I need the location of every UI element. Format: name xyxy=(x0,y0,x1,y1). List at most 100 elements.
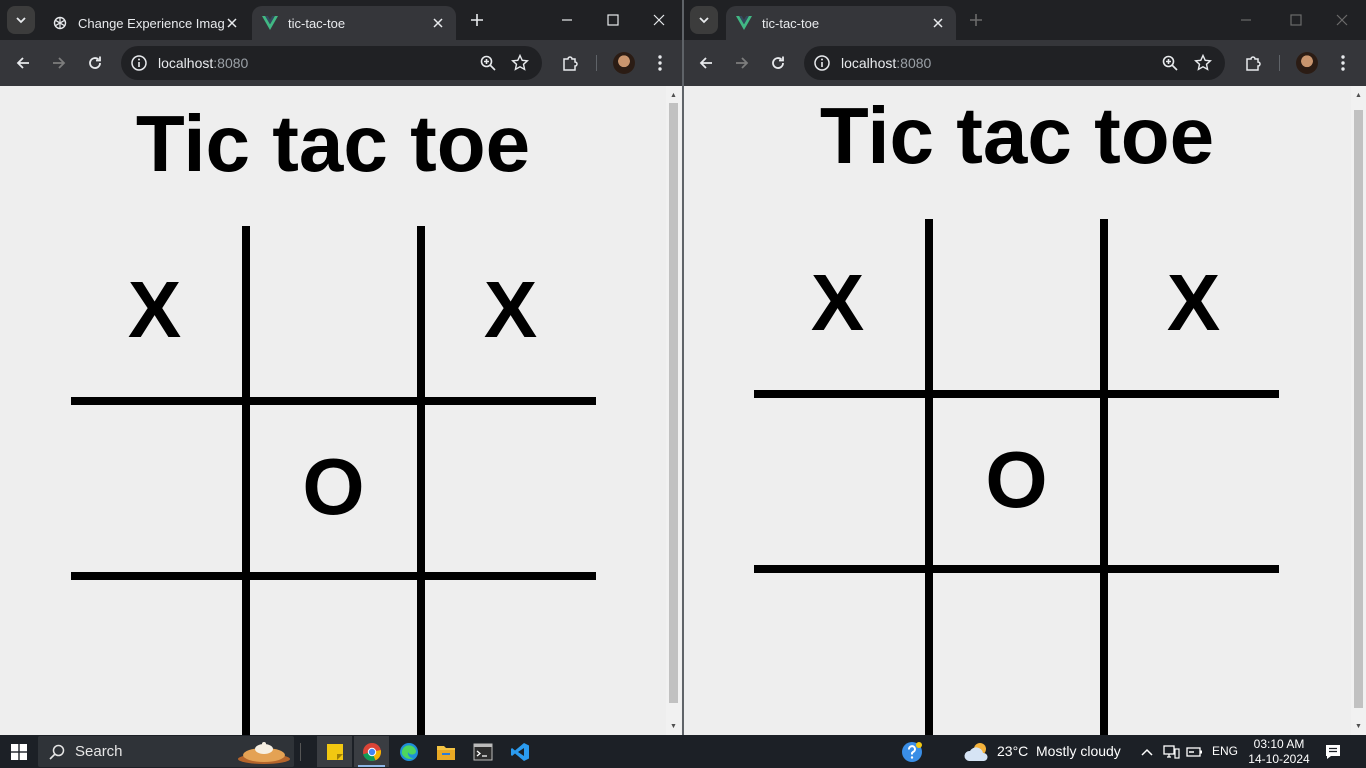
extensions-button[interactable] xyxy=(1241,51,1265,75)
clock[interactable]: 03:10 AM 14-10-2024 xyxy=(1243,737,1315,767)
profile-avatar[interactable] xyxy=(613,52,635,74)
puzzle-icon xyxy=(1246,56,1261,71)
vertical-scrollbar[interactable]: ▲ ▼ xyxy=(1351,86,1366,735)
forward-button[interactable] xyxy=(45,49,73,77)
close-tab-button[interactable] xyxy=(930,15,946,31)
page-title: Tic tac toe xyxy=(135,99,531,188)
close-tab-button[interactable] xyxy=(430,15,446,31)
taskbar-app-sticky-notes[interactable] xyxy=(317,736,352,767)
board-cell-1[interactable] xyxy=(929,215,1104,390)
scrollbar-thumb[interactable] xyxy=(669,103,678,703)
board-cell-5[interactable] xyxy=(423,399,598,574)
zoom-icon[interactable] xyxy=(479,54,497,72)
page-viewport: Tic tac toe X X O ▲ ▼ xyxy=(684,86,1366,735)
taskbar-app-terminal[interactable] xyxy=(465,736,500,767)
weather-condition[interactable]: Mostly cloudy xyxy=(1036,743,1121,759)
pie-illustration-icon xyxy=(238,742,290,764)
terminal-icon xyxy=(473,743,492,760)
scroll-up-arrow[interactable]: ▲ xyxy=(1351,88,1366,102)
notifications-button[interactable] xyxy=(1322,735,1344,768)
minimize-button[interactable] xyxy=(1223,4,1269,36)
board-cell-7[interactable] xyxy=(246,576,421,735)
menu-button[interactable] xyxy=(648,51,672,75)
close-window-button[interactable] xyxy=(636,4,682,36)
board-cell-5[interactable] xyxy=(1106,392,1281,567)
scroll-up-arrow[interactable]: ▲ xyxy=(666,88,681,102)
address-bar[interactable]: localhost:8080 xyxy=(121,46,542,80)
show-hidden-icons-button[interactable] xyxy=(1138,735,1156,768)
help-icon xyxy=(902,741,922,762)
zoom-icon[interactable] xyxy=(1161,54,1179,72)
help-button[interactable] xyxy=(898,735,926,768)
taskbar-search-box[interactable]: Search xyxy=(38,736,294,767)
address-bar[interactable]: localhost:8080 xyxy=(804,46,1225,80)
minimize-button[interactable] xyxy=(544,4,590,36)
chevron-up-icon xyxy=(1141,748,1153,756)
close-icon xyxy=(653,14,665,26)
board-cell-7[interactable] xyxy=(929,569,1104,735)
bookmark-star-icon[interactable] xyxy=(1194,54,1212,72)
more-vertical-icon xyxy=(658,55,662,71)
network-button[interactable] xyxy=(1160,735,1182,768)
maximize-button[interactable] xyxy=(590,4,636,36)
weather-temperature[interactable]: 23°C xyxy=(997,743,1028,759)
input-language[interactable]: ENG xyxy=(1212,744,1238,758)
back-button[interactable] xyxy=(9,49,37,77)
reload-button[interactable] xyxy=(81,49,109,77)
board-cell-0[interactable]: X xyxy=(750,215,925,390)
cloudy-weather-icon xyxy=(964,742,988,761)
browser-toolbar: localhost:8080 xyxy=(0,40,682,86)
arrow-left-icon xyxy=(16,57,29,69)
scrollbar-thumb[interactable] xyxy=(1354,110,1363,708)
taskbar-app-chrome[interactable] xyxy=(354,736,389,767)
new-tab-button[interactable] xyxy=(964,8,988,32)
arrow-right-icon xyxy=(736,57,749,69)
close-window-button[interactable] xyxy=(1319,4,1365,36)
tab-search-button[interactable] xyxy=(7,6,35,34)
board-cell-3[interactable] xyxy=(67,399,242,574)
board-cell-4[interactable]: O xyxy=(929,392,1104,567)
close-tab-button[interactable] xyxy=(224,15,240,31)
board-cell-6[interactable] xyxy=(67,576,242,735)
minimize-icon xyxy=(1241,19,1251,21)
board-cell-2[interactable]: X xyxy=(1106,215,1281,390)
tab-tic-tac-toe[interactable]: tic-tac-toe xyxy=(726,6,956,40)
extensions-button[interactable] xyxy=(558,51,582,75)
taskbar-app-file-explorer[interactable] xyxy=(428,736,463,767)
board-cell-6[interactable] xyxy=(750,569,925,735)
close-icon xyxy=(933,18,943,28)
taskbar-app-vscode[interactable] xyxy=(502,736,537,767)
search-label: Search xyxy=(75,743,123,760)
board-cell-0[interactable]: X xyxy=(67,222,242,397)
close-icon xyxy=(433,18,443,28)
start-button[interactable] xyxy=(0,735,37,768)
tab-change-experience-image[interactable]: Change Experience Image xyxy=(42,6,250,40)
tab-search-button[interactable] xyxy=(690,6,718,34)
board-cell-3[interactable] xyxy=(750,392,925,567)
scroll-down-arrow[interactable]: ▼ xyxy=(1351,719,1366,733)
site-info-icon[interactable] xyxy=(130,54,148,72)
taskbar-app-edge[interactable] xyxy=(391,736,426,767)
tab-strip: tic-tac-toe xyxy=(684,0,1366,40)
profile-avatar[interactable] xyxy=(1296,52,1318,74)
reload-button[interactable] xyxy=(764,49,792,77)
board-cell-2[interactable]: X xyxy=(423,222,598,397)
scroll-down-arrow[interactable]: ▼ xyxy=(666,719,681,733)
arrow-left-icon xyxy=(699,57,712,69)
site-info-icon[interactable] xyxy=(813,54,831,72)
back-button[interactable] xyxy=(692,49,720,77)
weather-widget-icon-button[interactable] xyxy=(962,735,992,768)
board-cell-8[interactable] xyxy=(1106,569,1281,735)
power-button[interactable] xyxy=(1184,735,1206,768)
new-tab-button[interactable] xyxy=(465,8,489,32)
menu-button[interactable] xyxy=(1331,51,1355,75)
forward-button[interactable] xyxy=(728,49,756,77)
maximize-button[interactable] xyxy=(1273,4,1319,36)
tab-tic-tac-toe[interactable]: tic-tac-toe xyxy=(252,6,456,40)
browser-window-left: Change Experience Image tic-tac-toe loca… xyxy=(0,0,682,735)
board-cell-1[interactable] xyxy=(246,222,421,397)
board-cell-8[interactable] xyxy=(423,576,598,735)
vertical-scrollbar[interactable]: ▲ ▼ xyxy=(666,86,681,735)
board-cell-4[interactable]: O xyxy=(246,399,421,574)
bookmark-star-icon[interactable] xyxy=(511,54,529,72)
